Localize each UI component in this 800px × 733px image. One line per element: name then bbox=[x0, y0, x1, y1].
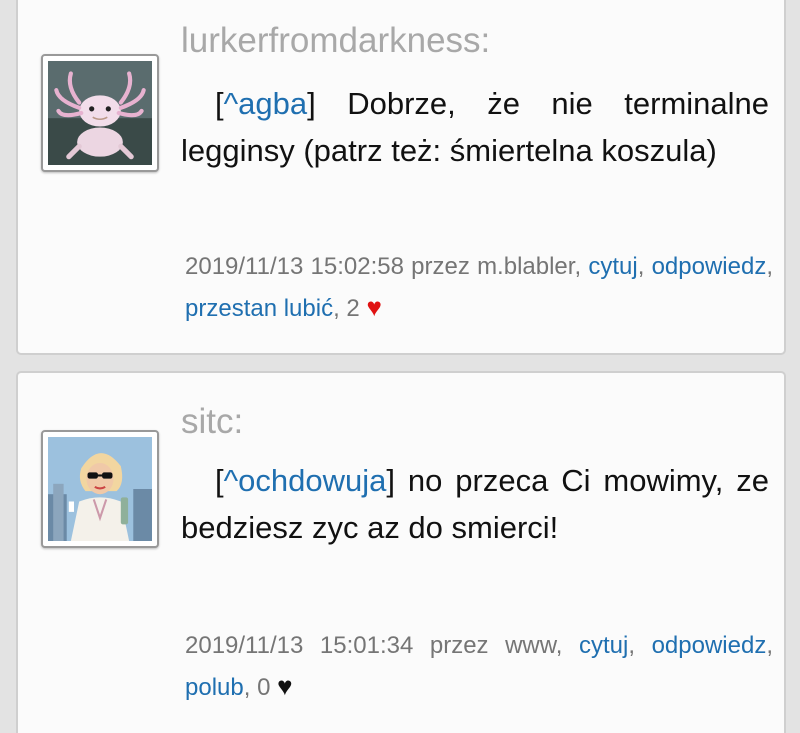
unlike-link[interactable]: przestan lubić bbox=[185, 295, 333, 322]
axolotl-avatar-image bbox=[48, 61, 152, 165]
bracket-close: ] bbox=[386, 463, 396, 498]
by-user: m.blabler, bbox=[477, 253, 582, 280]
woman-sunglasses-avatar-image bbox=[48, 437, 152, 541]
heart-icon: ♥ bbox=[277, 671, 293, 701]
bracket-open: [ bbox=[215, 86, 224, 121]
by-user: www, bbox=[505, 632, 563, 659]
bracket-close: ] bbox=[307, 86, 316, 121]
reply-link[interactable]: odpowiedz bbox=[652, 253, 767, 280]
by-prefix: przez bbox=[411, 253, 470, 280]
comment-meta: 2019/11/13 15:01:34 przez www, cytuj, od… bbox=[185, 632, 773, 701]
comment-card: sitc: [^ochdowuja] no przeca Ci mowimy, … bbox=[16, 371, 786, 733]
reply-link[interactable]: odpowiedz bbox=[652, 632, 767, 659]
comment-body: [^ochdowuja] no przeca Ci mowimy, ze bed… bbox=[181, 457, 769, 551]
like-link[interactable]: polub bbox=[185, 674, 244, 701]
quote-link[interactable]: cytuj bbox=[579, 632, 628, 659]
avatar[interactable] bbox=[41, 430, 159, 548]
comment-meta: 2019/11/13 15:02:58 przez m.blabler, cyt… bbox=[185, 253, 773, 322]
by-prefix: przez bbox=[429, 632, 489, 659]
avatar[interactable] bbox=[41, 54, 159, 172]
heart-icon: ♥ bbox=[366, 292, 382, 322]
comment-author[interactable]: lurkerfromdarkness: bbox=[181, 21, 490, 61]
comment-body: [^agba] Dobrze, że nie terminalne leggin… bbox=[181, 80, 769, 174]
like-count: 2 bbox=[346, 295, 360, 322]
timestamp: 2019/11/13 15:01:34 bbox=[185, 632, 414, 659]
like-count: 0 bbox=[257, 674, 271, 701]
bracket-open: [ bbox=[215, 463, 224, 498]
comment-author[interactable]: sitc: bbox=[181, 402, 243, 442]
timestamp: 2019/11/13 15:02:58 bbox=[185, 253, 404, 280]
quote-link[interactable]: cytuj bbox=[588, 253, 637, 280]
mention-link[interactable]: ^ochdowuja bbox=[224, 463, 387, 498]
mention-link[interactable]: ^agba bbox=[224, 86, 308, 121]
comment-card: lurkerfromdarkness: [^agba] Dobrze, że n… bbox=[16, 0, 786, 355]
